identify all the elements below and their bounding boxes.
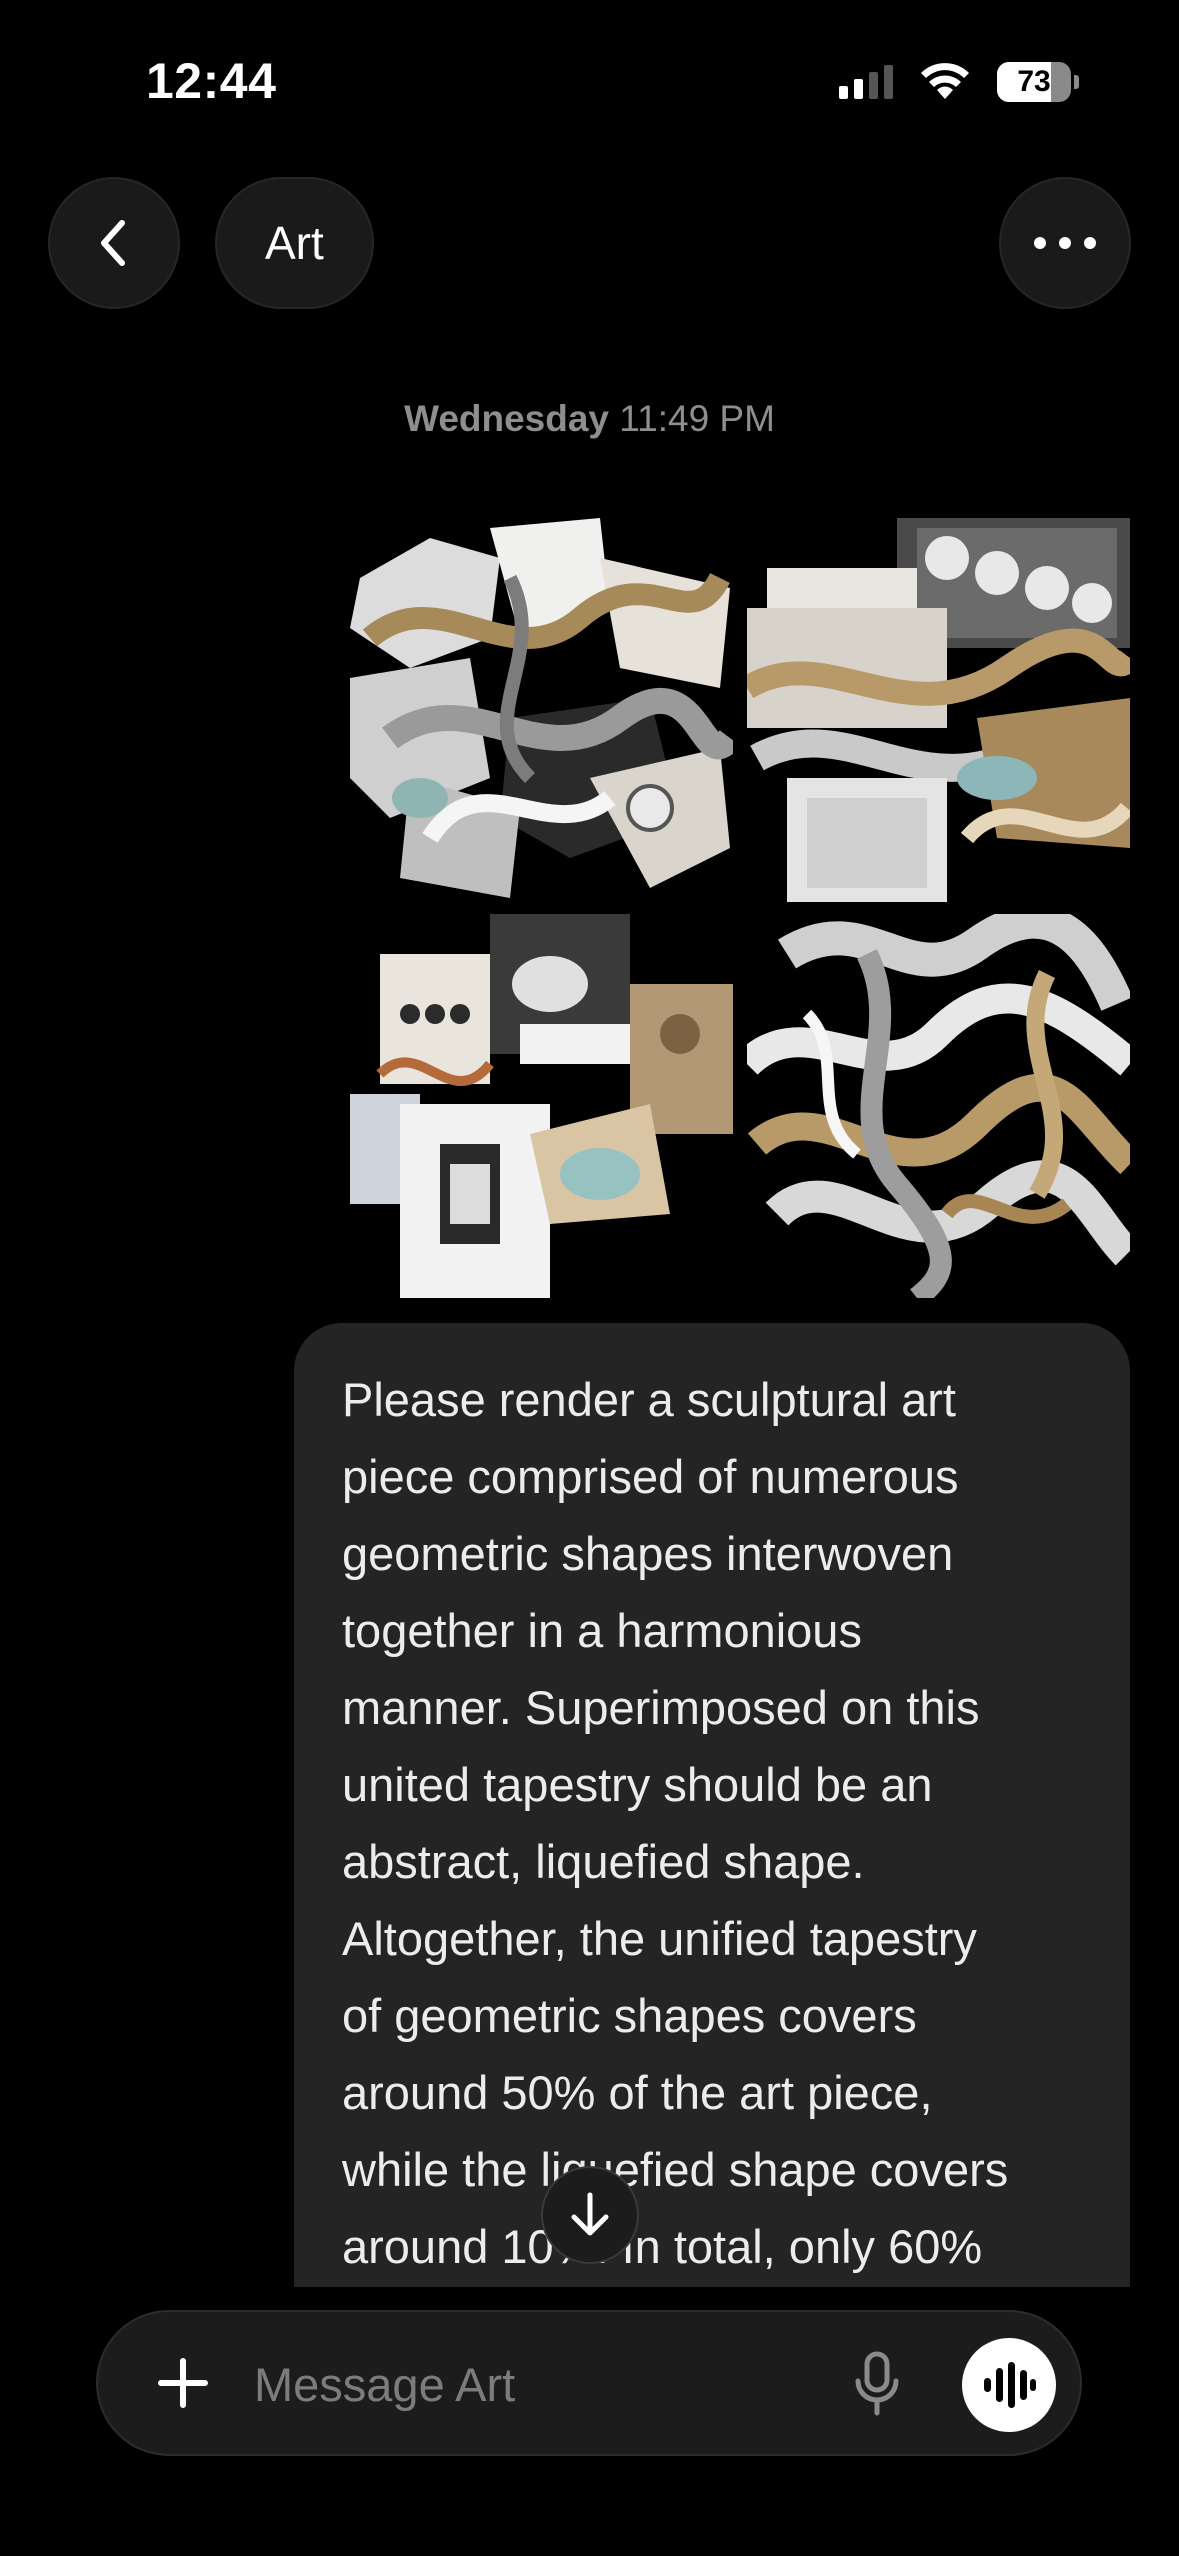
scroll-to-bottom-button[interactable] [541, 2166, 639, 2264]
voice-waveform-icon [984, 2362, 1036, 2408]
message-input[interactable] [252, 2346, 816, 2422]
message-line: together in a harmonious [342, 1604, 862, 1657]
message-text: Please render a sculptural art piece com… [342, 1361, 1084, 2285]
battery-icon: 73 [997, 62, 1071, 102]
message-line: Please render a sculptural art [342, 1373, 956, 1426]
voice-mode-button[interactable] [962, 2338, 1056, 2432]
ellipsis-icon [1034, 237, 1096, 249]
plus-icon [158, 2358, 208, 2408]
chat-title-button[interactable]: Art [215, 177, 374, 309]
timestamp-day: Wednesday [404, 398, 610, 439]
image-attachments [350, 518, 1132, 1298]
status-icons: 73 [839, 62, 1079, 102]
message-line: around 10%. In total, only 60% [342, 2220, 983, 2273]
microphone-icon [855, 2351, 899, 2416]
layered-metal-sheets-collage [747, 518, 1130, 902]
liquefied-chrome-shape [747, 914, 1130, 1298]
message-line: geometric shapes interwoven [342, 1527, 954, 1580]
status-time: 12:44 [146, 53, 277, 109]
message-line: manner. Superimposed on this [342, 1681, 980, 1734]
back-button[interactable] [48, 177, 180, 309]
battery-percent: 73 [1017, 65, 1051, 98]
image-attachment-1[interactable] [350, 518, 733, 902]
message-line: Altogether, the unified tapestry [342, 1912, 977, 1965]
chrome-geometric-collage [350, 518, 733, 898]
add-attachment-button[interactable] [150, 2350, 216, 2416]
user-message-bubble: Please render a sculptural art piece com… [294, 1323, 1130, 2287]
mixed-media-photo-collage [350, 914, 733, 1298]
message-line: united tapestry should be an [342, 1758, 933, 1811]
cellular-signal-icon [839, 65, 893, 99]
timestamp-time: 11:49 PM [619, 398, 775, 439]
message-line: of geometric shapes covers [342, 1989, 917, 2042]
message-composer [96, 2310, 1082, 2456]
message-line: while the liquefied shape covers [342, 2143, 1009, 2196]
chevron-left-icon [101, 220, 125, 266]
message-timestamp: Wednesday 11:49 PM [0, 398, 1179, 440]
chat-title: Art [265, 217, 324, 269]
image-attachment-2[interactable] [747, 518, 1130, 902]
image-attachment-3[interactable] [350, 914, 733, 1298]
image-attachment-4[interactable] [747, 914, 1130, 1298]
arrow-down-icon [571, 2192, 609, 2236]
wifi-icon [921, 63, 969, 99]
message-line: abstract, liquefied shape. [342, 1835, 865, 1888]
message-line: piece comprised of numerous [342, 1450, 959, 1503]
more-options-button[interactable] [999, 177, 1131, 309]
dictation-button[interactable] [842, 2348, 912, 2420]
message-line: around 50% of the art piece, [342, 2066, 933, 2119]
